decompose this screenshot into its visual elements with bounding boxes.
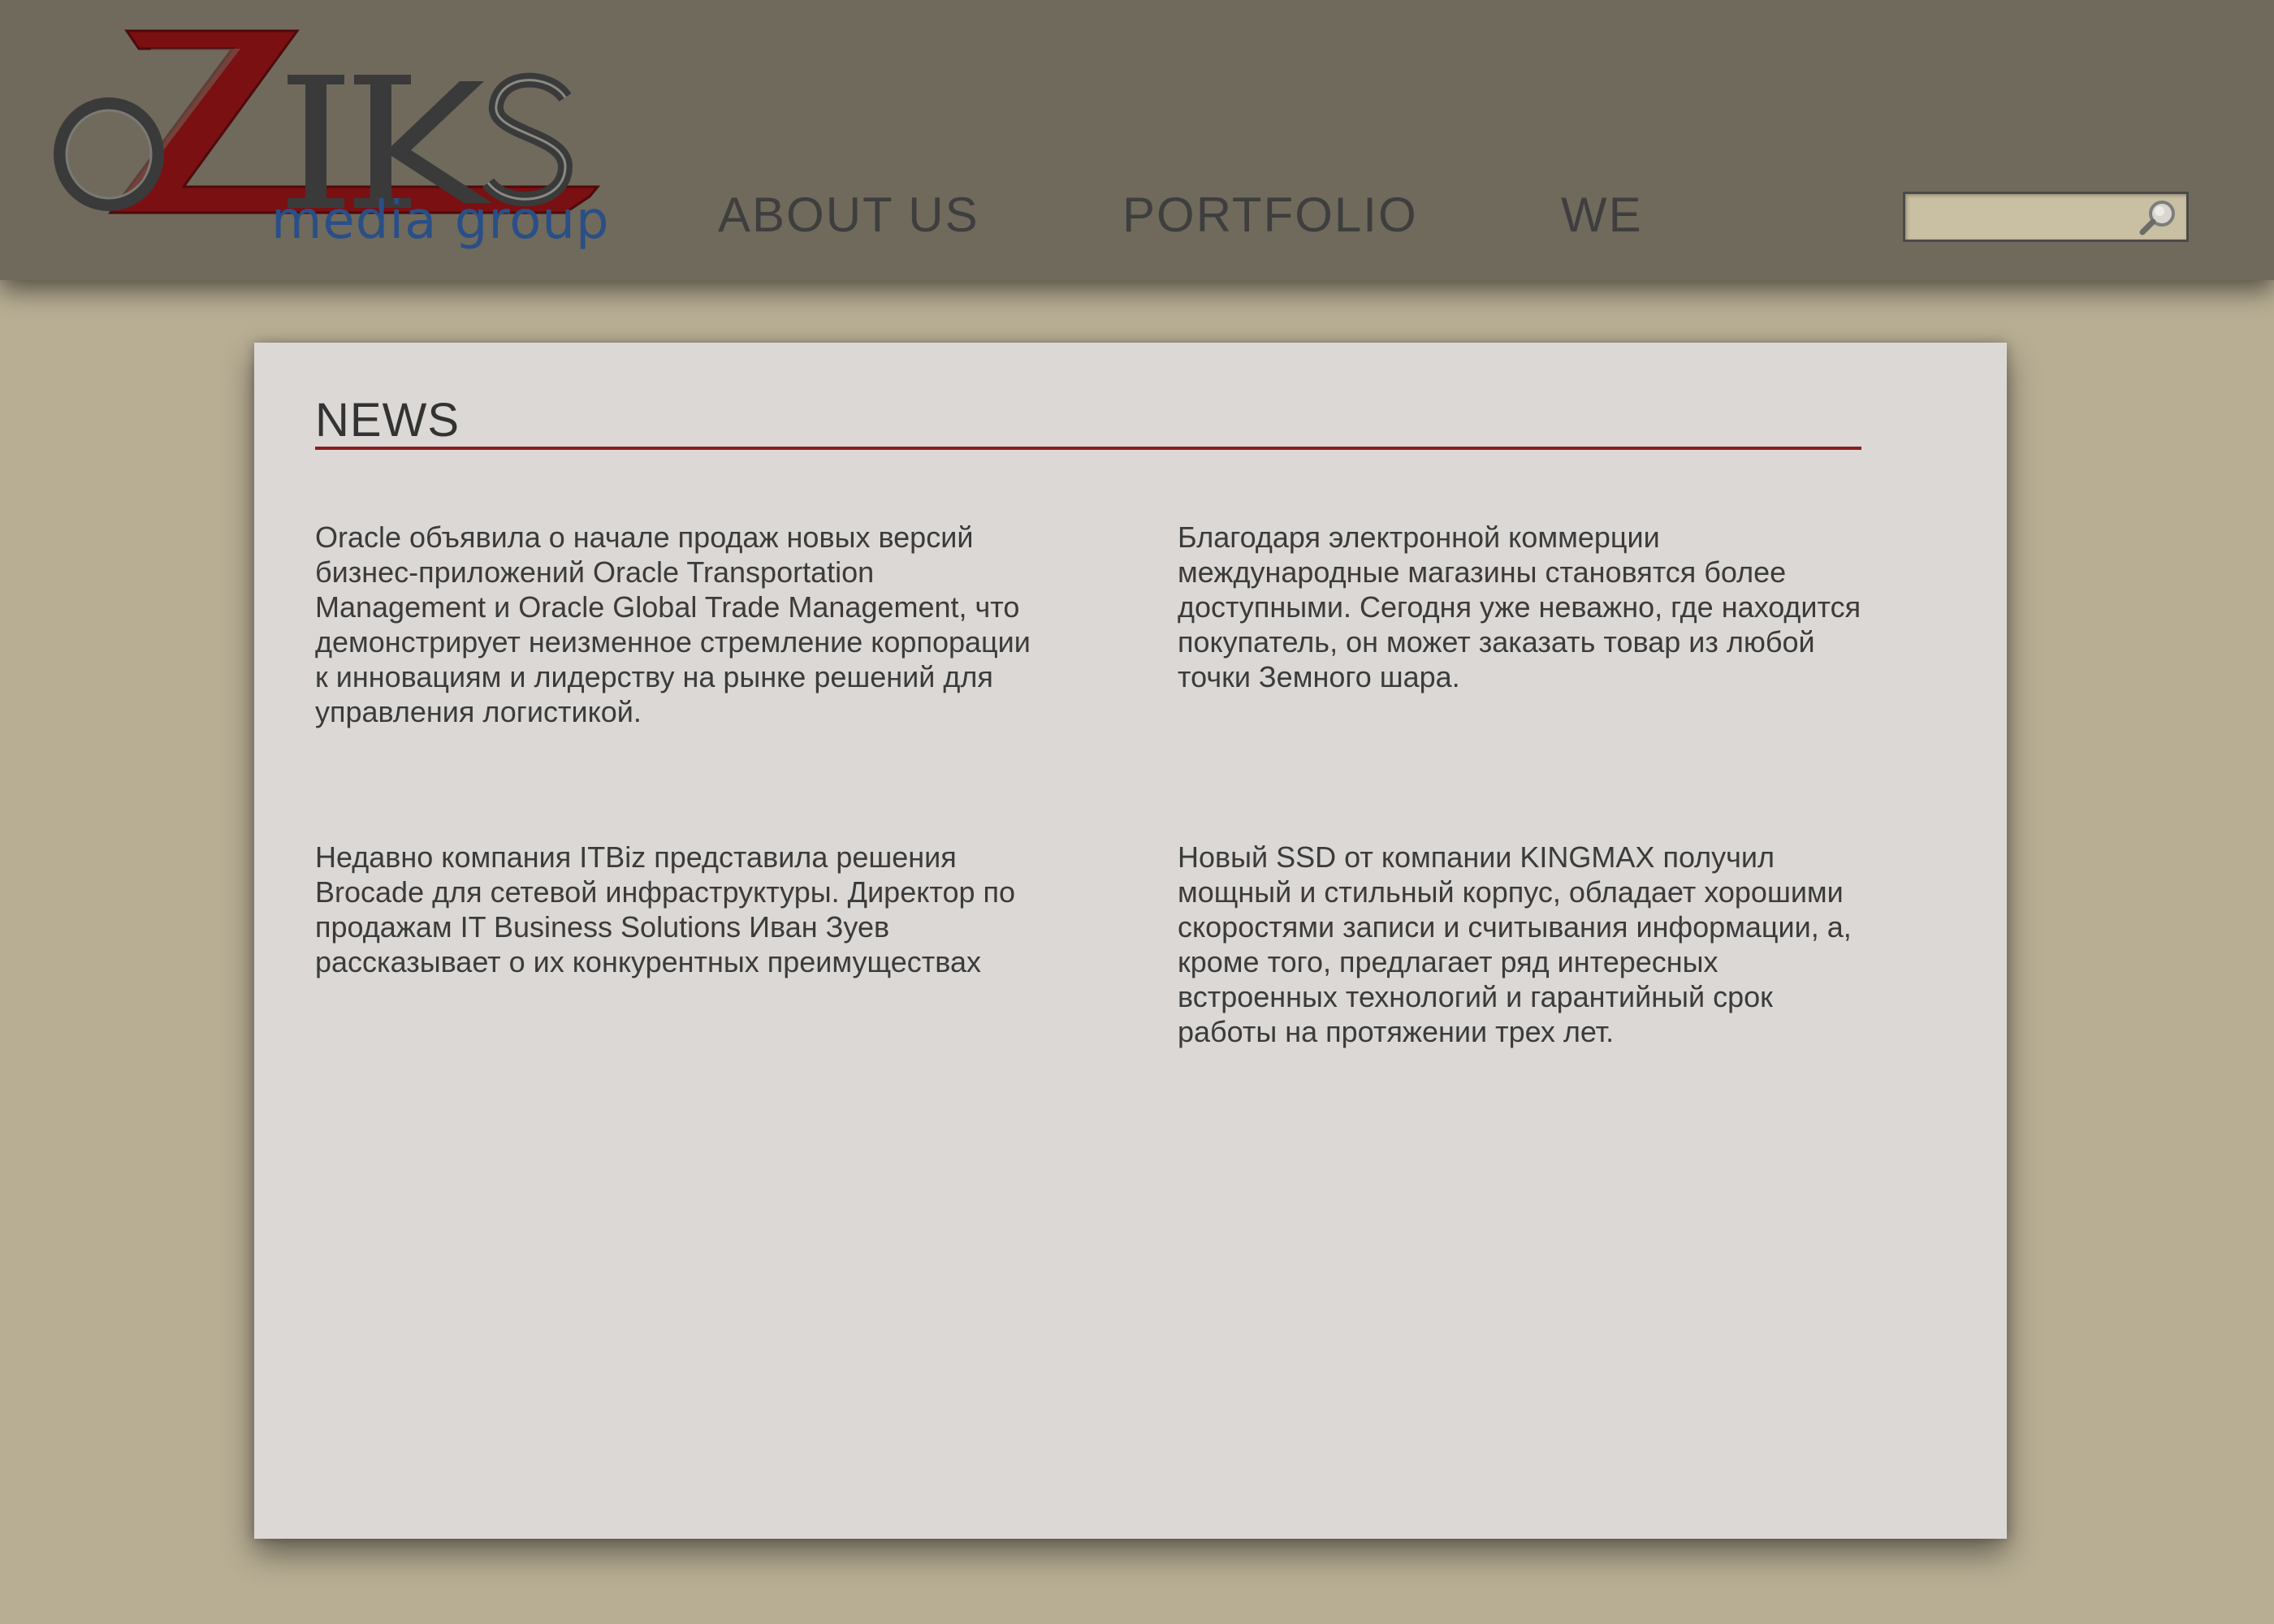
news-item[interactable]: Oracle объявила о начале продаж новых ве… bbox=[315, 520, 1046, 729]
nav-we[interactable]: WE bbox=[1561, 187, 1643, 243]
news-item[interactable]: Недавно компания ITBiz представила решен… bbox=[315, 840, 1046, 979]
news-divider bbox=[315, 447, 1861, 450]
site-logo[interactable]: media group bbox=[29, 24, 609, 260]
search-input[interactable] bbox=[1905, 194, 2125, 240]
news-title: NEWS bbox=[315, 394, 460, 447]
logo-subtitle: media group bbox=[271, 191, 610, 251]
nav-portfolio[interactable]: PORTFOLIO bbox=[1122, 187, 1418, 243]
news-card: NEWS Oracle объявила о начале продаж нов… bbox=[254, 343, 2007, 1539]
site-header: media group ABOUT US PORTFOLIO WE bbox=[0, 0, 2274, 280]
news-item[interactable]: Новый SSD от компании KINGMAX получил мо… bbox=[1178, 840, 1868, 1049]
search-box bbox=[1903, 192, 2189, 242]
news-item[interactable]: Благодаря электронной коммерции междунар… bbox=[1178, 520, 1868, 694]
nav-about-us[interactable]: ABOUT US bbox=[718, 187, 979, 243]
search-icon[interactable] bbox=[2136, 197, 2180, 236]
